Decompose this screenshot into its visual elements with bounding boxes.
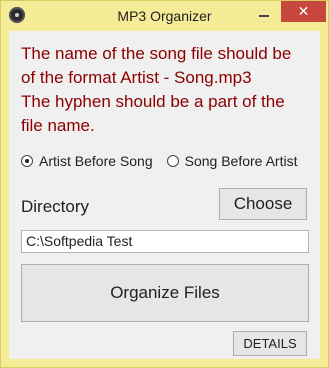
format-instructions: The name of the song file should be of t… (21, 42, 316, 138)
close-button[interactable]: ✕ (281, 1, 326, 22)
radio-artist-before-song[interactable] (21, 155, 33, 167)
choose-button[interactable]: Choose (219, 188, 307, 220)
title-bar[interactable]: MP3 Organizer ✕ (1, 1, 328, 30)
directory-field[interactable]: C:\Softpedia Test (21, 230, 309, 253)
directory-label: Directory (21, 197, 90, 216)
instruction-line: The name of the song file should be (21, 44, 292, 63)
radio-label-artist-before-song[interactable]: Artist Before Song (39, 153, 153, 169)
instruction-line: The hyphen should be a part of the (21, 92, 285, 111)
minimize-button[interactable] (251, 3, 277, 22)
radio-song-before-artist[interactable] (166, 155, 179, 167)
client-area: The name of the song file should be of t… (9, 31, 320, 359)
close-icon: ✕ (297, 3, 310, 19)
app-window: MP3 Organizer ✕ The name of the song fil… (0, 0, 329, 368)
window-title: MP3 Organizer (117, 8, 212, 24)
details-button[interactable]: DETAILS (233, 331, 307, 356)
naming-order-options: Artist Before Song Song Before Artist (21, 151, 297, 171)
radio-label-song-before-artist[interactable]: Song Before Artist (185, 153, 298, 169)
instruction-line: file name. (21, 116, 95, 135)
organize-files-button[interactable]: Organize Files (21, 264, 309, 322)
instruction-line: of the format Artist - Song.mp3 (21, 68, 252, 87)
